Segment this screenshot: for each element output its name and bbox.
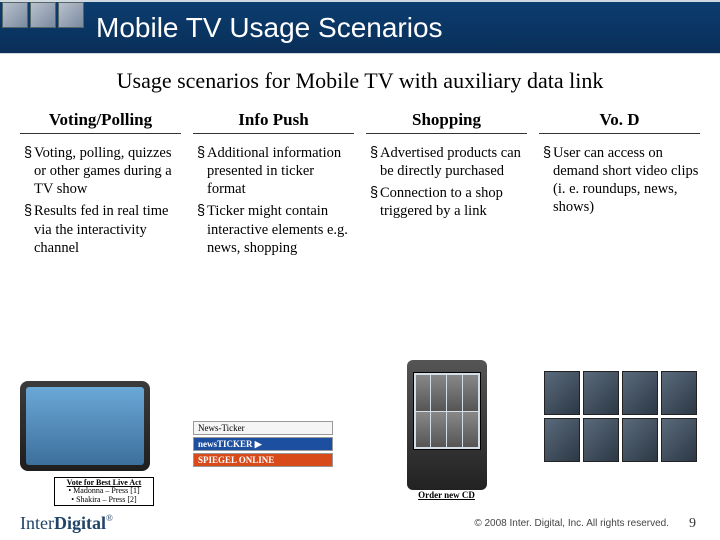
slide-footer: InterDigital® © 2008 Inter. Digital, Inc… — [0, 513, 720, 534]
bullet-text: Advertised products can be directly purc… — [380, 144, 527, 180]
bullet-text: Voting, polling, quizzes or other games … — [34, 144, 181, 198]
illus-shopping: NOKIA Order new CD — [366, 381, 527, 500]
bullet-text: Ticker might contain interactive element… — [207, 202, 354, 256]
bullet-icon: § — [24, 202, 34, 256]
illus-vod — [539, 381, 700, 500]
bullet-icon: § — [24, 144, 34, 198]
vote-option: • Shakira – Press [2] — [57, 496, 151, 504]
bullet-icon: § — [197, 144, 207, 198]
column-vod: Vo. D §User can access on demand short v… — [539, 110, 700, 261]
column-voting: Voting/Polling §Voting, polling, quizzes… — [20, 110, 181, 261]
header-photo — [58, 2, 84, 28]
ticker-row: News-Ticker — [193, 421, 333, 435]
illus-infopush: News-Ticker newsTICKER ▶ SPIEGEL ONLINE — [193, 381, 354, 500]
page-number: 9 — [689, 516, 696, 532]
logo: InterDigital® — [20, 513, 113, 534]
header-photo — [2, 2, 28, 28]
copyright-text: © 2008 Inter. Digital, Inc. All rights r… — [474, 518, 669, 529]
tablet-icon — [20, 381, 150, 471]
bullet-icon: § — [197, 202, 207, 256]
column-header: Vo. D — [539, 110, 700, 134]
bullet-icon: § — [370, 184, 380, 220]
title-bar: Mobile TV Usage Scenarios — [0, 0, 720, 54]
column-shopping: Shopping §Advertised products can be dir… — [366, 110, 527, 261]
columns-container: Voting/Polling §Voting, polling, quizzes… — [0, 110, 720, 261]
vod-thumbnail-grid — [544, 371, 700, 462]
vote-callout: Vote for Best Live Act • Madonna – Press… — [54, 477, 154, 506]
bullet-icon: § — [543, 144, 553, 217]
phone-icon — [407, 360, 487, 490]
registered-icon: ® — [106, 513, 113, 523]
ticker-illustration: News-Ticker newsTICKER ▶ SPIEGEL ONLINE — [193, 421, 333, 469]
column-header: Info Push — [193, 110, 354, 134]
ticker-row: SPIEGEL ONLINE — [193, 453, 333, 467]
slide-subtitle: Usage scenarios for Mobile TV with auxil… — [0, 68, 720, 94]
ticker-row: newsTICKER ▶ — [193, 437, 333, 451]
bullet-text: Additional information presented in tick… — [207, 144, 354, 198]
column-infopush: Info Push §Additional information presen… — [193, 110, 354, 261]
logo-part: Inter — [20, 513, 54, 533]
column-header: Shopping — [366, 110, 527, 134]
header-photo — [30, 2, 56, 28]
bullet-text: Results fed in real time via the interac… — [34, 202, 181, 256]
slide-title: Mobile TV Usage Scenarios — [96, 12, 443, 44]
bullet-icon: § — [370, 144, 380, 180]
illus-voting: Vote for Best Live Act • Madonna – Press… — [20, 381, 181, 500]
logo-part: Digital — [54, 513, 106, 533]
bullet-text: Connection to a shop triggered by a link — [380, 184, 527, 220]
column-header: Voting/Polling — [20, 110, 181, 134]
bullet-text: User can access on demand short video cl… — [553, 144, 700, 217]
order-cta: Order new CD — [366, 490, 527, 500]
